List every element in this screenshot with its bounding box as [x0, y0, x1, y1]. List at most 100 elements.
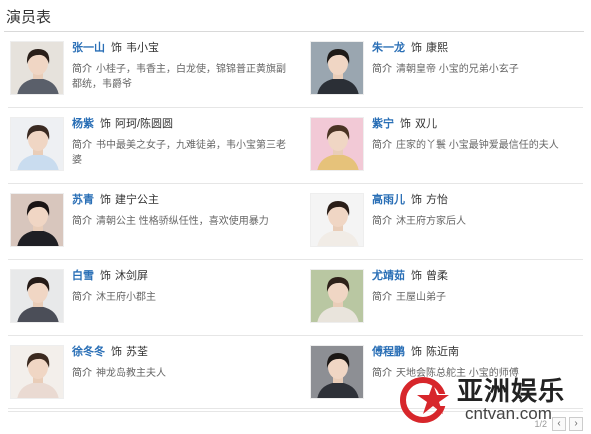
- role-name: 韦小宝: [126, 42, 159, 54]
- actor-name-link[interactable]: 傅程鹏: [372, 346, 405, 358]
- intro-label: 简介: [72, 216, 92, 227]
- actor-name-link[interactable]: 紫宁: [372, 118, 394, 130]
- role-description: 简介 小桂子，韦香主，白龙使，锦锦普正黄旗副都统，韦爵爷: [72, 62, 290, 92]
- role-description: 简介 庄家的丫鬟 小宝最钟爱最信任的夫人: [372, 138, 590, 153]
- cast-card: 尤靖茹饰曾柔 简介 王屋山弟子: [310, 269, 591, 331]
- cast-info: 朱一龙饰康熙 简介 清朝皇帝 小宝的兄弟小玄子: [372, 41, 590, 77]
- actor-photo-9: [10, 345, 64, 399]
- as-label: 饰: [411, 194, 422, 206]
- role-description: 简介 清朝公主 性格骄纵任性，喜欢使用暴力: [72, 214, 290, 229]
- actor-photo-3: [10, 117, 64, 171]
- as-label: 饰: [400, 118, 411, 130]
- role-description: 简介 王屋山弟子: [372, 290, 590, 305]
- cast-card: 张一山饰韦小宝简介 小桂子，韦香主，白龙使，锦锦普正黄旗副都统，韦爵爷: [10, 41, 300, 103]
- actor-photo-2: [310, 41, 364, 95]
- cast-name-line: 杨紫饰阿珂/陈圆圆: [72, 117, 290, 132]
- actor-photo-4: [310, 117, 364, 171]
- role-description: 简介 书中最美之女子，九难徒弟，韦小宝第三老婆: [72, 138, 290, 168]
- cast-card: 徐冬冬饰苏荃简介 神龙岛教主夫人: [10, 345, 300, 407]
- page-indicator: 1/2: [534, 419, 547, 429]
- cast-info: 紫宁饰双儿简介 庄家的丫鬟 小宝最钟爱最信任的夫人: [372, 117, 590, 153]
- description-text: 清朝皇帝 小宝的兄弟小玄子: [396, 64, 519, 75]
- cast-info: 杨紫饰阿珂/陈圆圆简介 书中最美之女子，九难徒弟，韦小宝第三老婆: [72, 117, 290, 168]
- page-title: 演员表: [6, 9, 52, 26]
- prev-page-button[interactable]: ‹: [552, 417, 566, 431]
- watermark-logo-icon: [400, 377, 451, 423]
- cast-name-line: 高雨儿饰方怡: [372, 193, 590, 208]
- actor-name-link[interactable]: 尤靖茹: [372, 270, 405, 282]
- description-text: 书中最美之女子，九难徒弟，韦小宝第三老婆: [72, 140, 286, 166]
- cast-info: 张一山饰韦小宝简介 小桂子，韦香主，白龙使，锦锦普正黄旗副都统，韦爵爷: [72, 41, 290, 92]
- description-text: 清朝公主 性格骄纵任性，喜欢使用暴力: [96, 216, 269, 227]
- role-name: 苏荃: [126, 346, 148, 358]
- description-text: 王屋山弟子: [396, 292, 446, 303]
- cast-name-line: 傅程鹏饰陈近南: [372, 345, 590, 360]
- description-text: 小桂子，韦香主，白龙使，锦锦普正黄旗副都统，韦爵爷: [72, 64, 286, 90]
- actor-photo-8: [310, 269, 364, 323]
- cast-card: 苏青饰建宁公主 简介 清朝公主 性格骄纵任性，喜欢使用暴力: [10, 193, 300, 255]
- watermark-brand: 亚洲娱乐: [457, 376, 566, 406]
- description-text: 沐王府小郡主: [96, 292, 156, 303]
- cast-name-line: 白雪饰沐剑屏: [72, 269, 290, 284]
- description-text: 庄家的丫鬟 小宝最钟爱最信任的夫人: [396, 140, 559, 151]
- cast-info: 尤靖茹饰曾柔 简介 王屋山弟子: [372, 269, 590, 305]
- cast-name-line: 朱一龙饰康熙: [372, 41, 590, 56]
- cast-name-line: 徐冬冬饰苏荃: [72, 345, 290, 360]
- intro-label: 简介: [372, 292, 392, 303]
- actor-name-link[interactable]: 杨紫: [72, 118, 94, 130]
- cast-card: 朱一龙饰康熙 简介 清朝皇帝 小宝的兄弟小玄子: [310, 41, 591, 103]
- role-description: 简介 清朝皇帝 小宝的兄弟小玄子: [372, 62, 590, 77]
- role-name: 陈近南: [426, 346, 459, 358]
- role-name: 阿珂/陈圆圆: [115, 118, 174, 130]
- actor-name-link[interactable]: 张一山: [72, 42, 105, 54]
- cast-info: 高雨儿饰方怡 简介 沐王府方家后人: [372, 193, 590, 229]
- intro-label: 简介: [72, 368, 92, 379]
- description-text: 神龙岛教主夫人: [96, 368, 166, 379]
- cast-card: 白雪饰沐剑屏 简介 沐王府小郡主: [10, 269, 300, 331]
- as-label: 饰: [111, 346, 122, 358]
- pager: 1/2 ‹ ›: [534, 416, 583, 432]
- intro-label: 简介: [372, 216, 392, 227]
- actor-photo-5: [10, 193, 64, 247]
- cast-row: 张一山饰韦小宝 简介 小桂子，韦香主，白龙使，锦锦普正黄旗副都统，韦爵爷 朱一龙饰康熙…: [0, 32, 591, 108]
- role-name: 康熙: [426, 42, 448, 54]
- role-name: 曾柔: [426, 270, 448, 282]
- intro-label: 简介: [72, 292, 92, 303]
- cast-info: 苏青饰建宁公主 简介 清朝公主 性格骄纵任性，喜欢使用暴力: [72, 193, 290, 229]
- as-label: 饰: [411, 346, 422, 358]
- role-name: 建宁公主: [115, 194, 159, 206]
- next-page-button[interactable]: ›: [569, 417, 583, 431]
- cast-name-line: 紫宁饰双儿: [372, 117, 590, 132]
- as-label: 饰: [100, 270, 111, 282]
- cast-card: 杨紫饰阿珂/陈圆圆简介 书中最美之女子，九难徒弟，韦小宝第三老婆: [10, 117, 300, 179]
- role-name: 双儿: [415, 118, 437, 130]
- role-description: 简介 沐王府方家后人: [372, 214, 590, 229]
- cast-name-line: 尤靖茹饰曾柔: [372, 269, 590, 284]
- role-name: 方怡: [426, 194, 448, 206]
- cast-row: 白雪饰沐剑屏 简介 沐王府小郡主 尤靖茹饰曾柔 简介 王屋山弟子: [0, 260, 591, 336]
- actor-name-link[interactable]: 高雨儿: [372, 194, 405, 206]
- intro-label: 简介: [72, 140, 92, 151]
- role-description: 简介 沐王府小郡主: [72, 290, 290, 305]
- intro-label: 简介: [372, 368, 392, 379]
- cast-info: 徐冬冬饰苏荃简介 神龙岛教主夫人: [72, 345, 290, 381]
- actor-photo-7: [10, 269, 64, 323]
- intro-label: 简介: [72, 64, 92, 75]
- cast-card: 紫宁饰双儿简介 庄家的丫鬟 小宝最钟爱最信任的夫人: [310, 117, 591, 179]
- actor-name-link[interactable]: 徐冬冬: [72, 346, 105, 358]
- as-label: 饰: [111, 42, 122, 54]
- actor-name-link[interactable]: 朱一龙: [372, 42, 405, 54]
- actor-photo-1: [10, 41, 64, 95]
- actor-name-link[interactable]: 白雪: [72, 270, 94, 282]
- cast-name-line: 苏青饰建宁公主: [72, 193, 290, 208]
- actor-photo-6: [310, 193, 364, 247]
- intro-label: 简介: [372, 140, 392, 151]
- as-label: 饰: [411, 42, 422, 54]
- cast-row: 杨紫饰阿珂/陈圆圆 简介 书中最美之女子，九难徒弟，韦小宝第三老婆 紫宁饰双儿 简介 庄家…: [0, 108, 591, 184]
- actor-name-link[interactable]: 苏青: [72, 194, 94, 206]
- as-label: 饰: [100, 194, 111, 206]
- role-name: 沐剑屏: [115, 270, 148, 282]
- cast-name-line: 张一山饰韦小宝: [72, 41, 290, 56]
- as-label: 饰: [100, 118, 111, 130]
- intro-label: 简介: [372, 64, 392, 75]
